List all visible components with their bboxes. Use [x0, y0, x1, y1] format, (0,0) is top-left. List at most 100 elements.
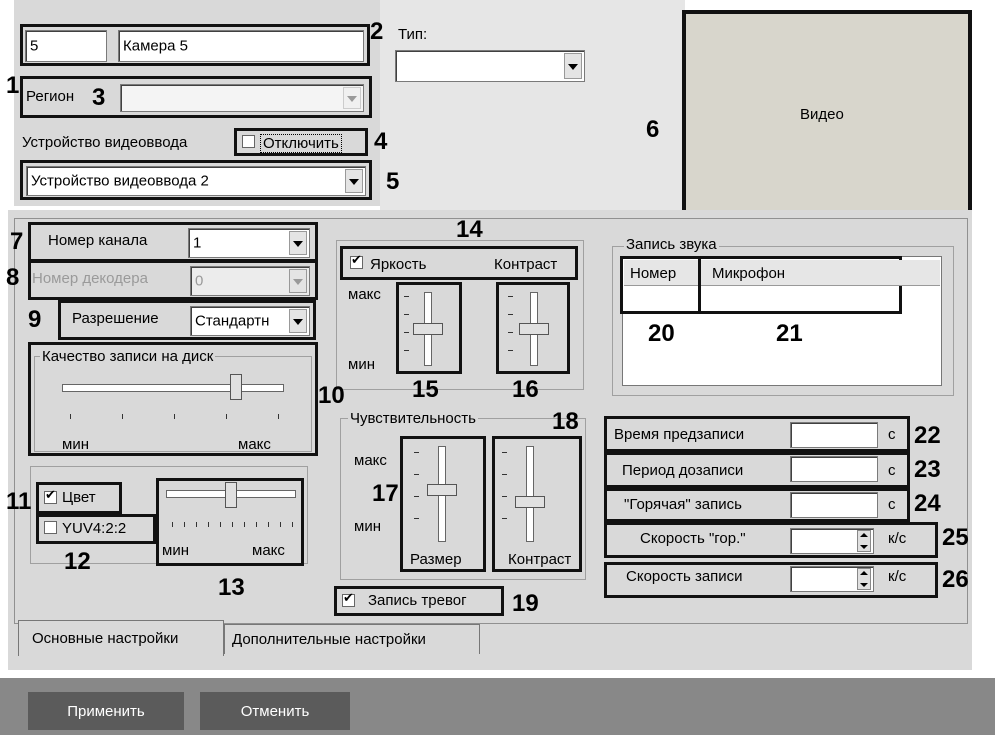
callout-9: 9: [28, 306, 42, 333]
color-slider[interactable]: [225, 482, 237, 508]
callout-3: 3: [92, 84, 106, 111]
callout-10: 10: [318, 382, 345, 409]
color-tick: [244, 522, 245, 527]
callout-24: 24: [914, 490, 941, 517]
brightness-tick: [404, 296, 409, 297]
chevron-down-icon: [289, 231, 307, 255]
apply-button[interactable]: Применить: [28, 692, 184, 730]
quality-tick: [226, 414, 227, 419]
audio-title: Запись звука: [624, 236, 719, 253]
callout-25: 25: [942, 524, 969, 551]
sensitivity-contrast-tick: [502, 518, 507, 519]
brightness-slider[interactable]: [413, 323, 443, 335]
quality-max-label: макс: [238, 436, 271, 453]
cancel-button[interactable]: Отменить: [200, 692, 350, 730]
region-label: Регион: [26, 88, 75, 105]
chevron-down-icon: [289, 309, 307, 333]
quality-tick: [278, 414, 279, 419]
quality-tick: [70, 414, 71, 419]
alarm-record-label: Запись тревог: [368, 592, 467, 609]
audio-col-number[interactable]: Номер: [630, 265, 676, 282]
postrecord-input[interactable]: [790, 456, 878, 482]
disable-label: Отключить: [260, 134, 342, 153]
size-slider[interactable]: [427, 483, 457, 496]
video-preview-label: Видео: [800, 106, 844, 123]
color-tick: [256, 522, 257, 527]
callout-20: 20: [648, 320, 675, 347]
callout-2: 2: [370, 18, 384, 45]
channel-select[interactable]: 1: [188, 228, 310, 258]
contrast-slider[interactable]: [519, 323, 549, 335]
decoder-select[interactable]: 0: [190, 266, 310, 296]
color-tick: [220, 522, 221, 527]
hot-record-unit: с: [888, 496, 896, 513]
prerecord-input[interactable]: [790, 422, 878, 448]
color-label: Цвет: [62, 489, 96, 506]
callout-15: 15: [412, 376, 439, 403]
callout-18: 18: [552, 408, 579, 435]
hot-speed-spin[interactable]: [857, 530, 871, 552]
chevron-down-icon: [289, 269, 307, 293]
chevron-down-icon: [343, 87, 361, 109]
contrast-label: Контраст: [494, 256, 558, 273]
tab-main-label: Основные настройки: [32, 630, 179, 647]
color-checkbox[interactable]: [44, 488, 57, 504]
sensitivity-contrast-slider[interactable]: [515, 496, 545, 509]
callout-26: 26: [942, 566, 969, 593]
callout-11: 11: [6, 488, 32, 515]
color-min-label: мин: [162, 542, 189, 559]
brightness-checkbox[interactable]: [350, 253, 363, 269]
rec-speed-unit: к/с: [888, 568, 907, 585]
alarm-record-checkbox[interactable]: [342, 591, 355, 607]
contrast-tick: [508, 314, 513, 315]
quality-title: Качество записи на диск: [40, 348, 216, 365]
rec-speed-spin[interactable]: [857, 568, 871, 590]
sensitivity-min-label: мин: [354, 518, 381, 535]
image-min-label: мин: [348, 356, 375, 373]
contrast-tick: [508, 332, 513, 333]
disable-checkbox[interactable]: [242, 135, 255, 148]
sensitivity-max-label: макс: [354, 452, 387, 469]
resolution-select[interactable]: Стандартн: [190, 306, 310, 336]
color-tick: [292, 522, 293, 527]
yuv-checkbox[interactable]: [44, 521, 57, 534]
camera-id-input[interactable]: 5: [25, 30, 107, 62]
sensitivity-contrast-tick: [502, 452, 507, 453]
audio-col-mic[interactable]: Микрофон: [712, 265, 785, 282]
callout-12: 12: [64, 548, 91, 575]
color-tick: [208, 522, 209, 527]
chevron-down-icon: [564, 53, 582, 79]
callout-16: 16: [512, 376, 539, 403]
decoder-label: Номер декодера: [32, 270, 148, 287]
callout-7: 7: [10, 228, 24, 255]
callout-4: 4: [374, 128, 388, 155]
hot-speed-unit: к/с: [888, 530, 907, 547]
sensitivity-contrast-tick: [502, 496, 507, 497]
rec-speed-label: Скорость записи: [626, 568, 743, 585]
yuv-label: YUV4:2:2: [62, 520, 127, 537]
quality-slider[interactable]: [230, 374, 242, 400]
camera-name-input[interactable]: Камера 5: [118, 30, 364, 62]
callout-6: 6: [646, 116, 660, 143]
type-select[interactable]: [395, 50, 585, 82]
color-tick: [268, 522, 269, 527]
quality-min-label: мин: [62, 436, 89, 453]
callout-23: 23: [914, 456, 941, 483]
sensitivity-contrast-label: Контраст: [508, 551, 572, 568]
tab-advanced-label: Дополнительные настройки: [232, 631, 426, 648]
brightness-tick: [404, 350, 409, 351]
sensitivity-contrast-tick: [502, 474, 507, 475]
video-device-select[interactable]: Устройство видеоввода 2: [26, 166, 366, 196]
quality-slider-track: [62, 384, 284, 392]
quality-tick: [174, 414, 175, 419]
channel-label: Номер канала: [48, 232, 148, 249]
color-tick: [184, 522, 185, 527]
size-tick: [414, 474, 419, 475]
region-select[interactable]: [120, 84, 364, 112]
callout-19: 19: [512, 590, 539, 617]
postrecord-label: Период дозаписи: [622, 462, 744, 479]
size-tick: [414, 518, 419, 519]
hot-record-input[interactable]: [790, 492, 878, 518]
chevron-down-icon: [345, 169, 363, 193]
postrecord-unit: с: [888, 462, 896, 479]
